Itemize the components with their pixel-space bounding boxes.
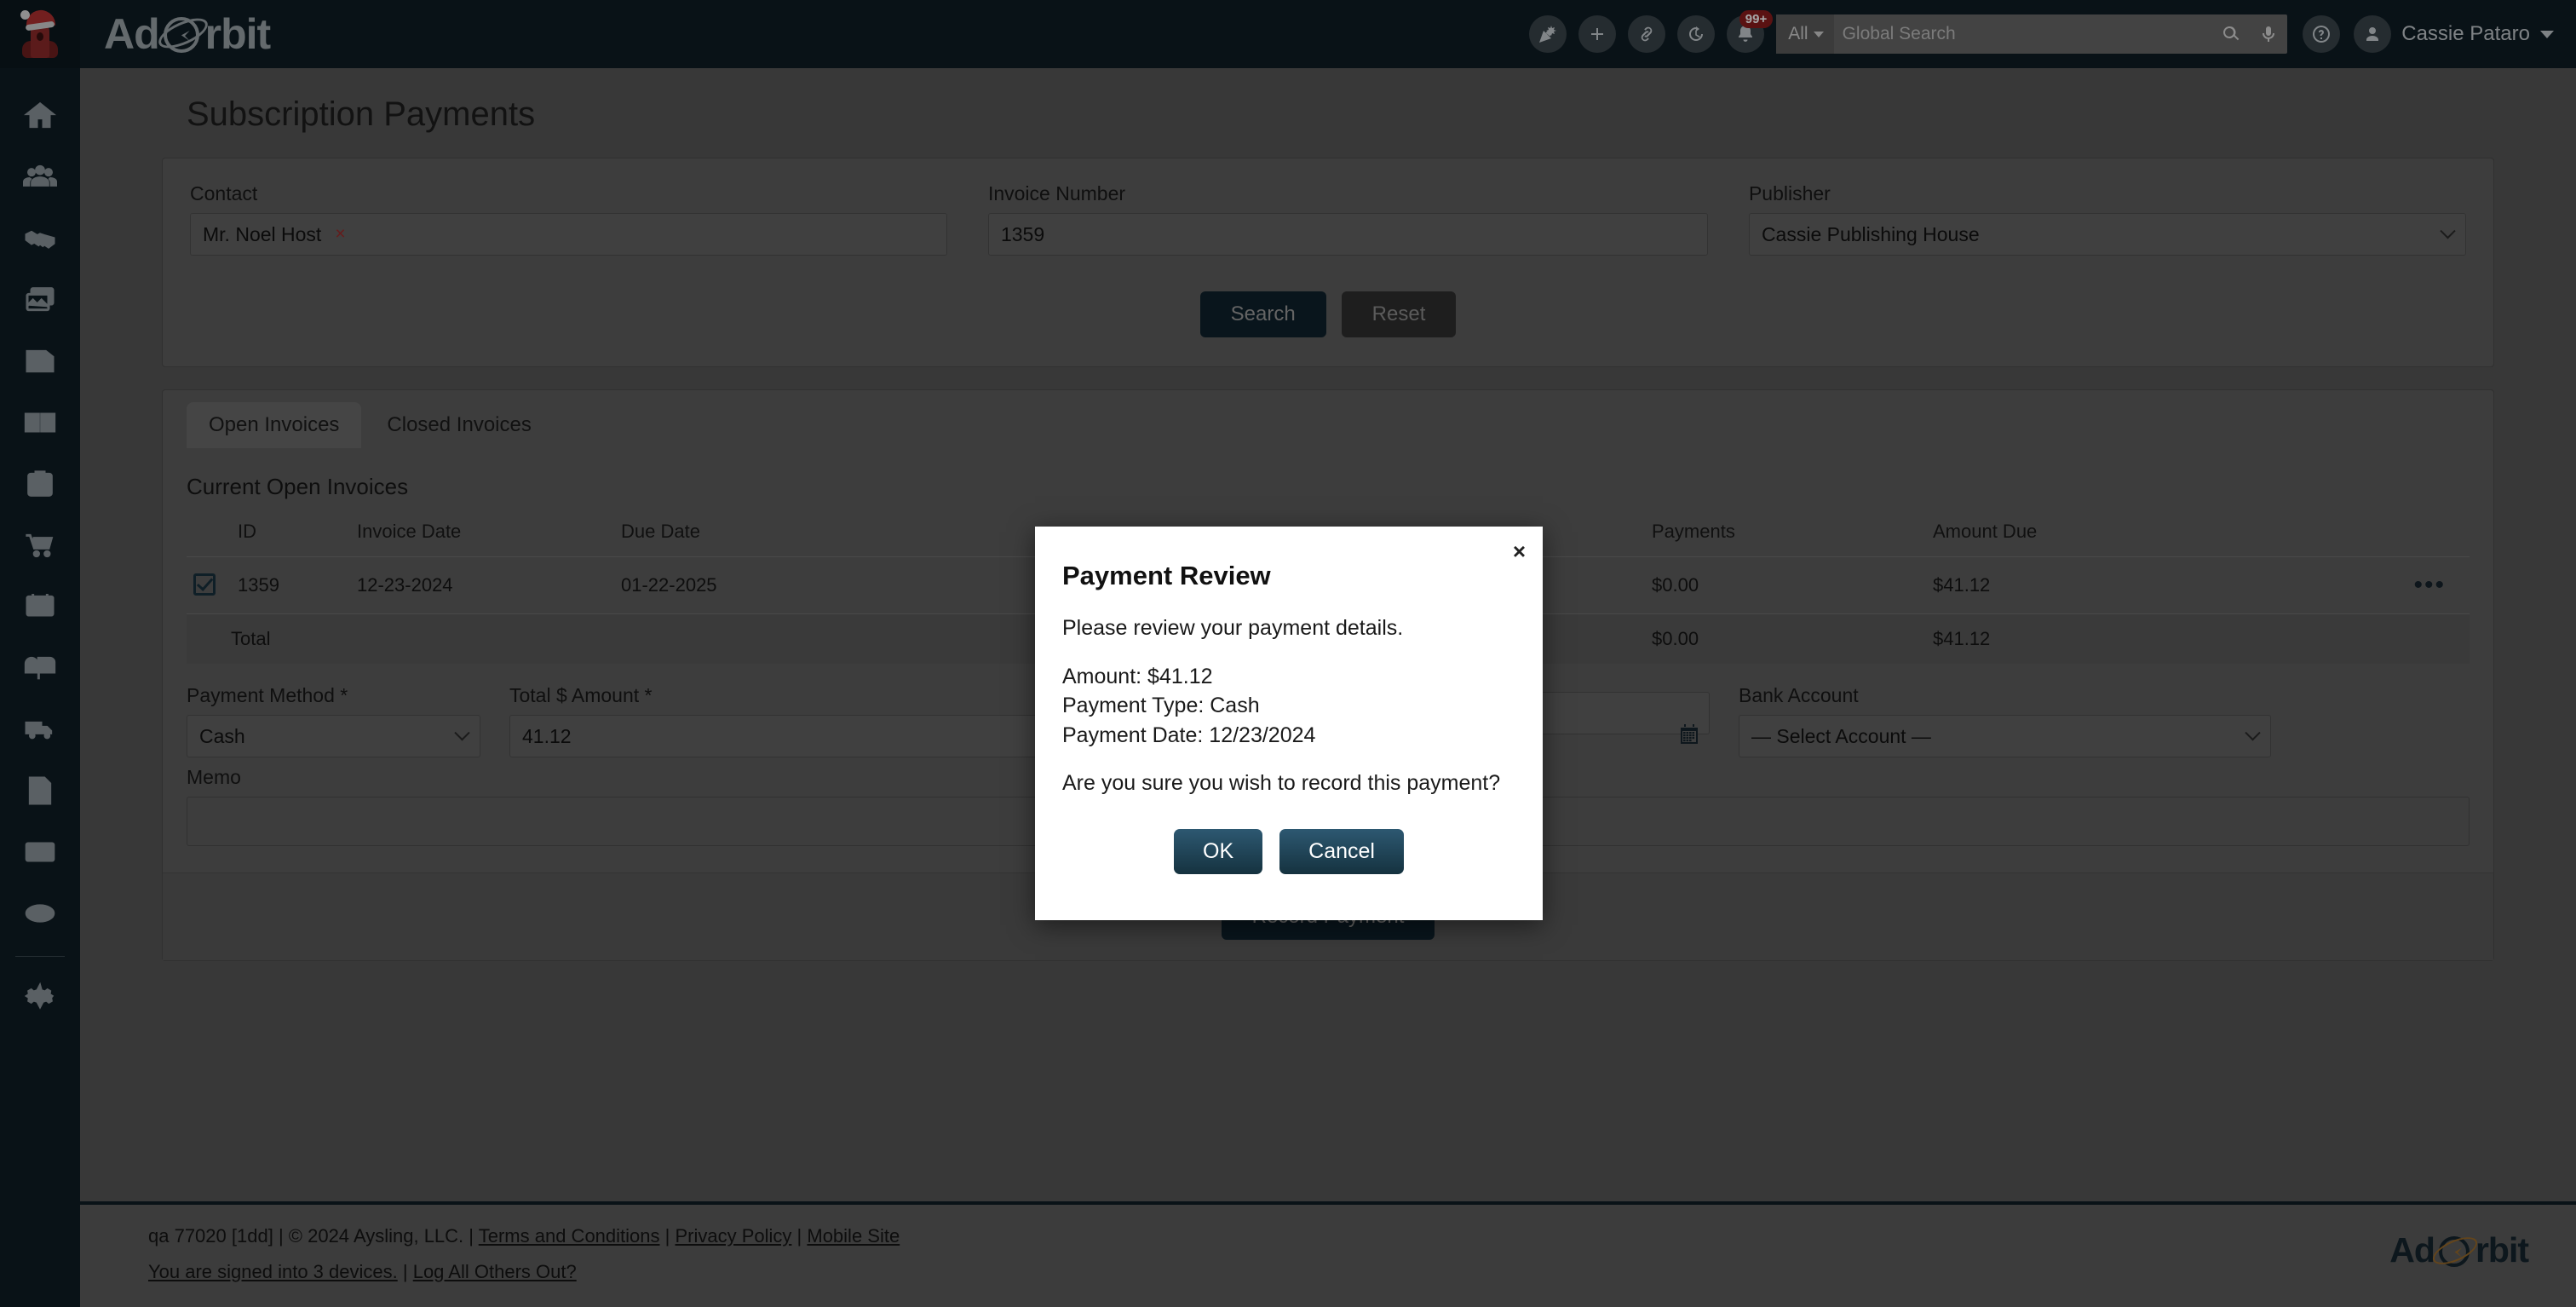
modal-title: Payment Review bbox=[1035, 527, 1543, 591]
modal-date-line: Payment Date: 12/23/2024 bbox=[1062, 721, 1515, 751]
modal-intro: Please review your payment details. bbox=[1062, 613, 1515, 643]
payment-review-modal: × Payment Review Please review your paym… bbox=[1035, 527, 1543, 920]
modal-actions: OK Cancel bbox=[1062, 829, 1515, 874]
modal-type-line: Payment Type: Cash bbox=[1062, 691, 1515, 721]
modal-amount-line: Amount: $41.12 bbox=[1062, 662, 1515, 692]
modal-confirm-question: Are you sure you wish to record this pay… bbox=[1062, 769, 1515, 798]
modal-cancel-button[interactable]: Cancel bbox=[1279, 829, 1404, 874]
modal-body: Please review your payment details. Amou… bbox=[1035, 591, 1543, 874]
modal-ok-button[interactable]: OK bbox=[1174, 829, 1262, 874]
close-icon[interactable]: × bbox=[1513, 540, 1526, 562]
